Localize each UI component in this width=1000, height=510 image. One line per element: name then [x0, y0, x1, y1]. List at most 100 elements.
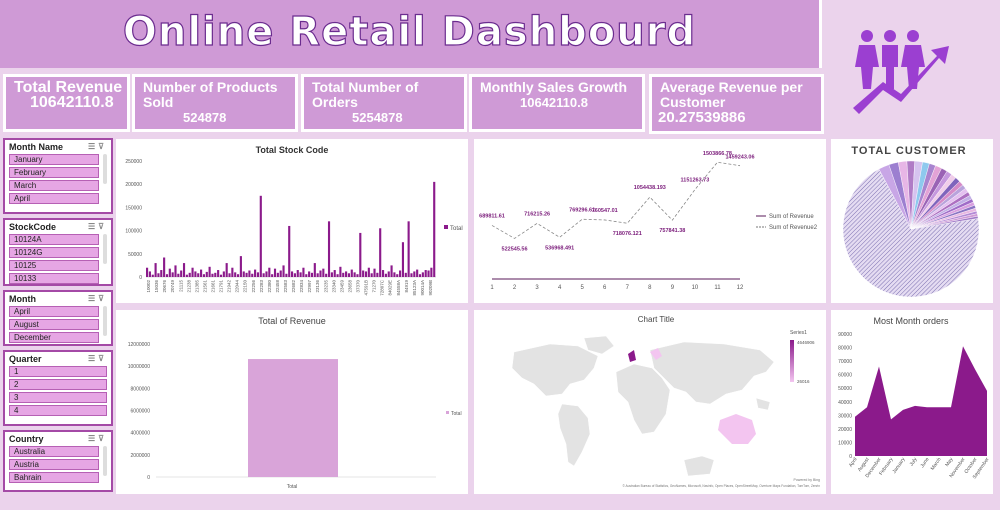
bar[interactable]: [427, 270, 430, 277]
slicer-item[interactable]: 10125: [9, 260, 99, 271]
world-map[interactable]: [511, 335, 775, 477]
bar[interactable]: [211, 273, 214, 277]
bar[interactable]: [265, 271, 268, 277]
bar[interactable]: [248, 270, 251, 277]
bar[interactable]: [413, 271, 416, 277]
bar[interactable]: [373, 268, 376, 277]
bar[interactable]: [336, 274, 339, 277]
slicer-scrollbar[interactable]: [103, 154, 107, 184]
multi-select-icon[interactable]: ☰: [88, 354, 98, 363]
bar[interactable]: [362, 270, 365, 277]
slicer-item[interactable]: January: [9, 154, 99, 165]
bar[interactable]: [305, 274, 308, 277]
series-line[interactable]: [491, 161, 741, 239]
bar[interactable]: [325, 273, 328, 277]
bar[interactable]: [410, 273, 413, 277]
bar[interactable]: [310, 272, 314, 277]
bar[interactable]: [168, 268, 171, 277]
bar[interactable]: [387, 271, 390, 277]
bar[interactable]: [256, 272, 260, 277]
bar[interactable]: [217, 270, 220, 277]
multi-select-icon[interactable]: ☰: [88, 294, 98, 303]
clear-filter-icon[interactable]: ⊽: [98, 434, 107, 443]
bar[interactable]: [296, 270, 299, 277]
bar[interactable]: [242, 271, 245, 277]
bar[interactable]: [254, 269, 257, 277]
bar[interactable]: [401, 242, 405, 277]
bar[interactable]: [268, 267, 271, 277]
bar[interactable]: [239, 256, 242, 277]
bar[interactable]: [151, 274, 154, 277]
bar[interactable]: [200, 269, 203, 277]
bar[interactable]: [174, 265, 177, 277]
bar[interactable]: [384, 273, 387, 277]
slicer-item[interactable]: December: [9, 332, 99, 343]
bar[interactable]: [308, 271, 311, 277]
bar[interactable]: [430, 267, 433, 277]
bar[interactable]: [180, 270, 183, 277]
bar[interactable]: [302, 267, 305, 277]
bar[interactable]: [404, 272, 407, 277]
bar[interactable]: [407, 221, 410, 277]
multi-select-icon[interactable]: ☰: [88, 142, 98, 151]
bar[interactable]: [146, 267, 149, 277]
slicer-scrollbar[interactable]: [103, 306, 107, 336]
bar[interactable]: [342, 272, 345, 277]
bar[interactable]: [416, 269, 419, 277]
bar[interactable]: [271, 274, 274, 277]
bar[interactable]: [205, 271, 208, 277]
bar[interactable]: [293, 273, 296, 277]
bar[interactable]: [225, 263, 228, 277]
bar[interactable]: [234, 272, 237, 277]
clear-filter-icon[interactable]: ⊽: [98, 294, 107, 303]
bar[interactable]: [165, 274, 169, 277]
bar[interactable]: [433, 181, 436, 277]
bar[interactable]: [359, 232, 362, 277]
bar[interactable]: [350, 269, 353, 277]
bar[interactable]: [228, 273, 231, 277]
bar[interactable]: [327, 221, 331, 277]
bar[interactable]: [390, 265, 393, 277]
bar[interactable]: [276, 272, 279, 277]
bar[interactable]: [251, 273, 254, 277]
bar[interactable]: [345, 271, 348, 277]
slicer-item[interactable]: February: [9, 167, 99, 178]
bar[interactable]: [291, 271, 294, 277]
slicer-item[interactable]: Bahrain: [9, 472, 99, 483]
bar[interactable]: [322, 268, 325, 277]
bar[interactable]: [259, 195, 262, 277]
bar[interactable]: [288, 225, 291, 277]
bar[interactable]: [282, 265, 285, 277]
bar[interactable]: [364, 271, 368, 277]
bar[interactable]: [160, 270, 163, 277]
bar[interactable]: [188, 272, 191, 277]
clear-filter-icon[interactable]: ⊽: [98, 142, 107, 151]
slicer-item[interactable]: 1: [9, 366, 107, 377]
bar[interactable]: [285, 273, 288, 277]
bar[interactable]: [376, 272, 379, 277]
bar[interactable]: [194, 271, 197, 277]
bar[interactable]: [171, 272, 174, 277]
slicer-item[interactable]: Austria: [9, 459, 99, 470]
bar[interactable]: [197, 273, 200, 277]
bar[interactable]: [219, 274, 223, 277]
bar[interactable]: [236, 274, 240, 277]
bar[interactable]: [379, 228, 382, 277]
bar[interactable]: [393, 272, 396, 277]
bar[interactable]: [222, 271, 225, 277]
bar[interactable]: [185, 274, 188, 277]
bar[interactable]: [248, 359, 338, 477]
bar[interactable]: [148, 271, 151, 277]
bar[interactable]: [353, 272, 356, 277]
slicer-item[interactable]: Australia: [9, 446, 99, 457]
bar[interactable]: [299, 272, 302, 277]
bar[interactable]: [245, 272, 248, 277]
bar[interactable]: [347, 273, 350, 277]
bar[interactable]: [370, 273, 373, 277]
clear-filter-icon[interactable]: ⊽: [98, 222, 107, 231]
clear-filter-icon[interactable]: ⊽: [98, 354, 107, 363]
slicer-item[interactable]: March: [9, 180, 99, 191]
bar[interactable]: [381, 270, 385, 277]
bar[interactable]: [177, 273, 180, 277]
highlighted-region[interactable]: [628, 350, 636, 362]
